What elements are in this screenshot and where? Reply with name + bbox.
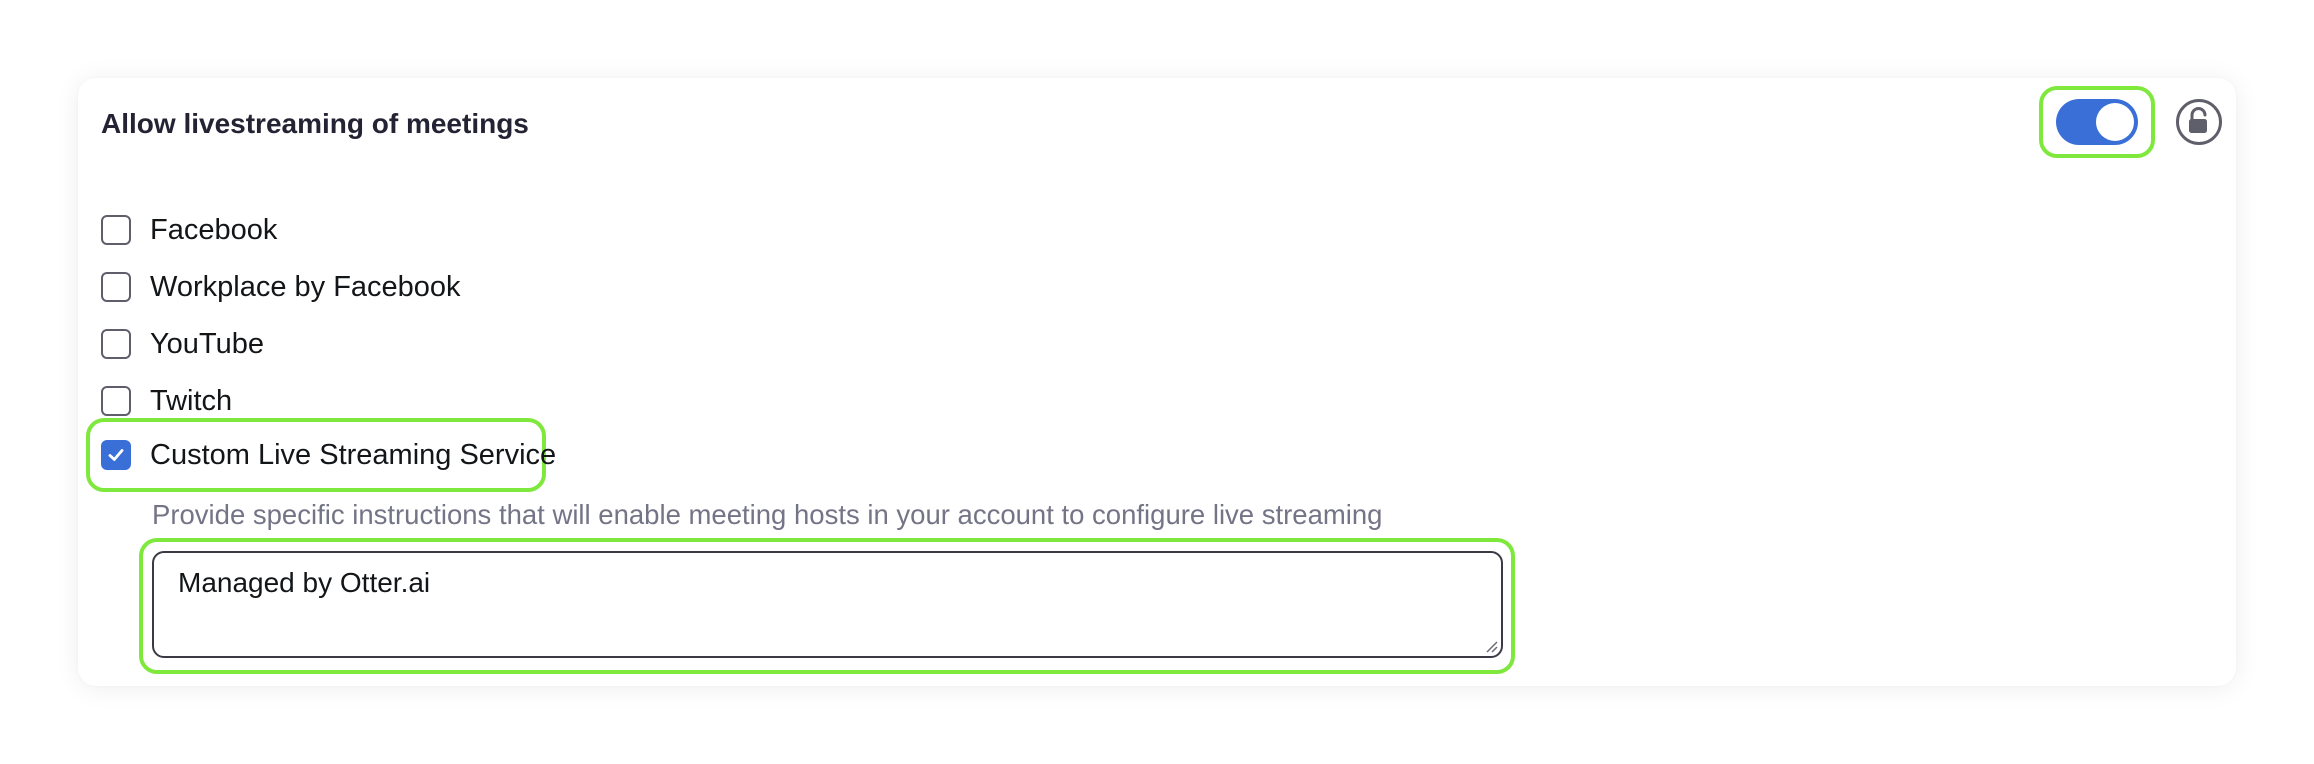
option-custom-live-streaming[interactable]: Custom Live Streaming Service (101, 435, 556, 475)
resize-grip-icon[interactable] (1484, 639, 1498, 653)
toggle-knob (2096, 103, 2134, 141)
option-twitch[interactable]: Twitch (101, 381, 232, 421)
unlock-icon[interactable] (2175, 98, 2223, 146)
livestream-toggle[interactable] (2056, 99, 2138, 145)
facebook-checkbox[interactable] (101, 215, 131, 245)
option-label: Custom Live Streaming Service (150, 438, 557, 471)
custom-service-help-text: Provide specific instructions that will … (152, 499, 1383, 530)
custom-service-checkbox[interactable] (101, 440, 131, 470)
workplace-checkbox[interactable] (101, 272, 131, 302)
instructions-value: Managed by Otter.ai (178, 567, 431, 598)
twitch-checkbox[interactable] (101, 386, 131, 416)
checkmark-icon (108, 449, 124, 461)
option-facebook[interactable]: Facebook (101, 210, 277, 250)
option-youtube[interactable]: YouTube (101, 324, 264, 364)
option-label: Workplace by Facebook (150, 270, 461, 303)
option-label: Twitch (150, 384, 233, 417)
option-label: YouTube (150, 327, 264, 360)
option-workplace-by-facebook[interactable]: Workplace by Facebook (101, 267, 461, 307)
option-label: Facebook (150, 213, 278, 246)
setting-title: Allow livestreaming of meetings (101, 108, 529, 139)
instructions-textarea[interactable]: Managed by Otter.ai (152, 551, 1503, 658)
youtube-checkbox[interactable] (101, 329, 131, 359)
